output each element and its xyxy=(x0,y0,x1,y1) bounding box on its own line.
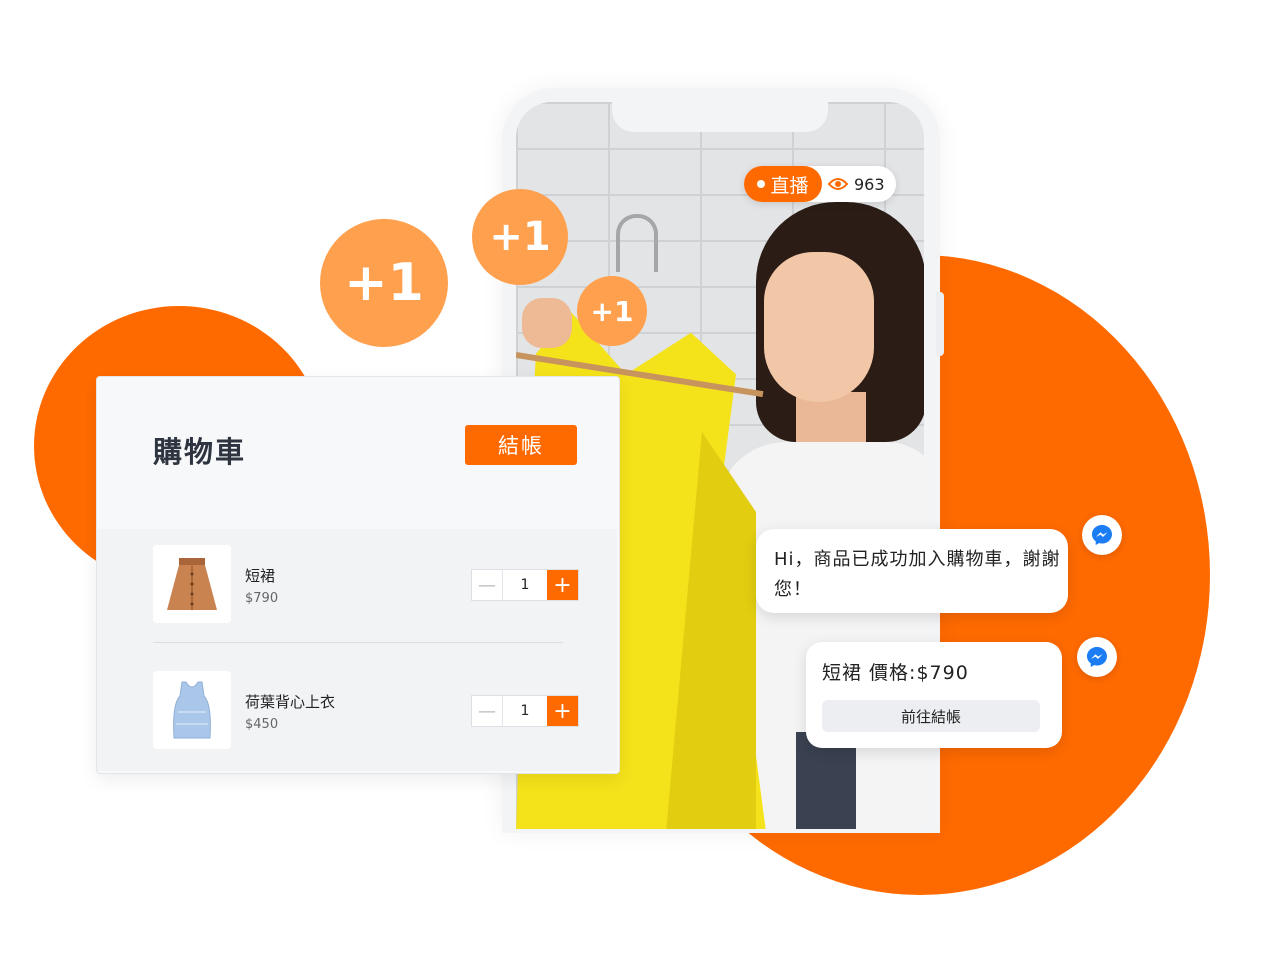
messenger-icon xyxy=(1082,515,1122,555)
live-dot-icon xyxy=(757,180,766,188)
shopping-cart-panel: 購物車 結帳 短裙 $790 — 1 + 荷葉背心上衣 $450 — 1 + xyxy=(96,376,620,774)
chat-message: Hi，商品已成功加入購物車，謝謝您！ xyxy=(756,529,1068,613)
tank-top-thumbnail xyxy=(153,671,231,749)
plus-one-bubble: +1 xyxy=(472,189,568,285)
chat-product-card: 短裙 價格:$790 前往結帳 xyxy=(806,642,1062,748)
decrement-button[interactable]: — xyxy=(472,696,503,726)
plus-one-bubble: +1 xyxy=(577,276,647,346)
quantity-stepper: — 1 + xyxy=(471,569,579,601)
chat-message-text: Hi，商品已成功加入購物車，謝謝您！ xyxy=(774,549,1061,600)
quantity-value[interactable]: 1 xyxy=(503,696,547,726)
viewer-count: 963 xyxy=(828,166,885,202)
skirt-icon xyxy=(167,558,217,610)
hanger-hook xyxy=(616,214,658,272)
row-divider xyxy=(153,642,563,643)
decrement-button[interactable]: — xyxy=(472,570,503,600)
item-name: 荷葉背心上衣 xyxy=(245,693,336,711)
phone-side-button xyxy=(936,292,944,356)
eye-icon xyxy=(828,177,848,191)
presenter-hand xyxy=(522,298,572,348)
live-badge: 直播 963 xyxy=(744,166,896,202)
go-to-checkout-button[interactable]: 前往結帳 xyxy=(822,700,1040,732)
checkout-button[interactable]: 結帳 xyxy=(465,425,577,465)
cart-item: 荷葉背心上衣 $450 — 1 + xyxy=(97,663,617,749)
live-text: 直播 xyxy=(770,174,809,197)
item-name: 短裙 xyxy=(245,567,276,585)
cart-item-list: 短裙 $790 — 1 + 荷葉背心上衣 $450 — 1 + xyxy=(97,529,617,771)
tank-top-icon xyxy=(173,681,211,739)
increment-button[interactable]: + xyxy=(547,696,578,726)
phone-notch xyxy=(612,102,828,132)
plus-one-bubble: +1 xyxy=(320,219,448,347)
viewer-number: 963 xyxy=(854,174,885,194)
skirt-thumbnail xyxy=(153,545,231,623)
messenger-icon xyxy=(1077,637,1117,677)
increment-button[interactable]: + xyxy=(547,570,578,600)
item-price: $450 xyxy=(245,717,279,732)
quantity-value[interactable]: 1 xyxy=(503,570,547,600)
quantity-stepper: — 1 + xyxy=(471,695,579,727)
live-label: 直播 xyxy=(744,166,822,202)
cart-item: 短裙 $790 — 1 + xyxy=(97,537,617,623)
cart-title: 購物車 xyxy=(153,435,247,469)
presenter-face xyxy=(764,252,874,402)
item-price: $790 xyxy=(245,591,279,606)
chat-product-text: 短裙 價格:$790 xyxy=(822,662,969,684)
